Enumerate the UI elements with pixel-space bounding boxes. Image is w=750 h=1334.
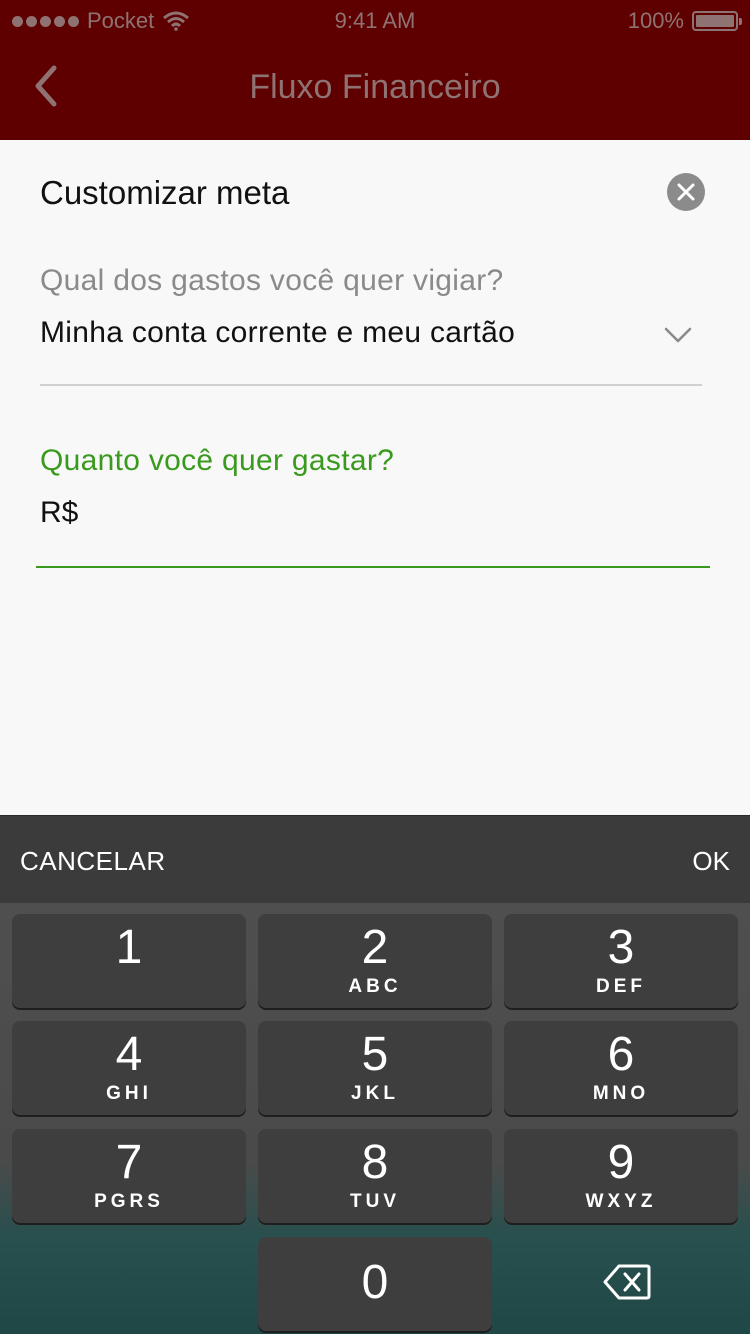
app-header: Pocket 9:41 AM 100% Fluxo Financeiro <box>0 0 750 140</box>
key-digit: 3 <box>607 921 635 974</box>
customize-goal-panel: Customizar meta Qual dos gastos você que… <box>0 140 750 815</box>
numeric-keypad: 1 2 ABC 3 DEF 4 GHI 5 JKL 6 MNO 7 PGRS 8… <box>0 903 750 1334</box>
key-digit: 2 <box>361 921 389 974</box>
status-bar: Pocket 9:41 AM 100% <box>0 0 750 40</box>
key-digit: 6 <box>607 1028 635 1081</box>
expense-question-label: Qual dos gastos você quer vigiar? <box>40 264 504 297</box>
key-8[interactable]: 8 TUV <box>258 1129 492 1223</box>
battery-label: 100% <box>627 8 684 33</box>
delete-key[interactable] <box>504 1237 738 1331</box>
key-0[interactable]: 0 <box>258 1237 492 1331</box>
expense-select-underline <box>40 384 702 386</box>
key-7[interactable]: 7 PGRS <box>12 1129 246 1223</box>
key-letters: WXYZ <box>585 1191 657 1212</box>
key-digit: 0 <box>361 1256 389 1309</box>
amount-input-underline <box>36 566 710 568</box>
key-letters: ABC <box>348 976 402 997</box>
key-digit: 5 <box>361 1028 389 1081</box>
key-digit: 1 <box>115 921 143 974</box>
key-9[interactable]: 9 WXYZ <box>504 1129 738 1223</box>
battery-icon <box>692 11 742 31</box>
key-digit: 9 <box>607 1136 635 1189</box>
page-title: Fluxo Financeiro <box>249 68 501 106</box>
key-letters: JKL <box>351 1083 399 1104</box>
key-digit: 4 <box>115 1028 143 1081</box>
key-letters: MNO <box>592 1083 650 1104</box>
key-6[interactable]: 6 MNO <box>504 1021 738 1115</box>
key-5[interactable]: 5 JKL <box>258 1021 492 1115</box>
key-2[interactable]: 2 ABC <box>258 914 492 1008</box>
key-digit: 7 <box>115 1136 143 1189</box>
amount-input[interactable]: R$ <box>40 496 78 530</box>
close-button[interactable] <box>667 173 705 211</box>
amount-question-label: Quanto você quer gastar? <box>40 444 395 477</box>
key-letters: DEF <box>596 976 646 997</box>
backspace-icon <box>603 1264 651 1300</box>
close-icon <box>677 183 695 201</box>
key-letters: GHI <box>106 1083 152 1104</box>
key-4[interactable]: 4 GHI <box>12 1021 246 1115</box>
key-letters: PGRS <box>94 1191 164 1212</box>
ok-button[interactable]: OK <box>692 846 730 877</box>
panel-title: Customizar meta <box>40 174 290 211</box>
key-1[interactable]: 1 <box>12 914 246 1008</box>
expense-select[interactable]: Minha conta corrente e meu cartão <box>40 316 515 350</box>
cancel-button[interactable]: CANCELAR <box>20 846 166 877</box>
status-right: 100% <box>627 8 742 34</box>
key-digit: 8 <box>361 1136 389 1189</box>
keyboard-toolbar: CANCELAR OK <box>0 815 750 903</box>
key-letters: TUV <box>350 1191 400 1212</box>
key-3[interactable]: 3 DEF <box>504 914 738 1008</box>
chevron-down-icon[interactable] <box>664 326 692 344</box>
